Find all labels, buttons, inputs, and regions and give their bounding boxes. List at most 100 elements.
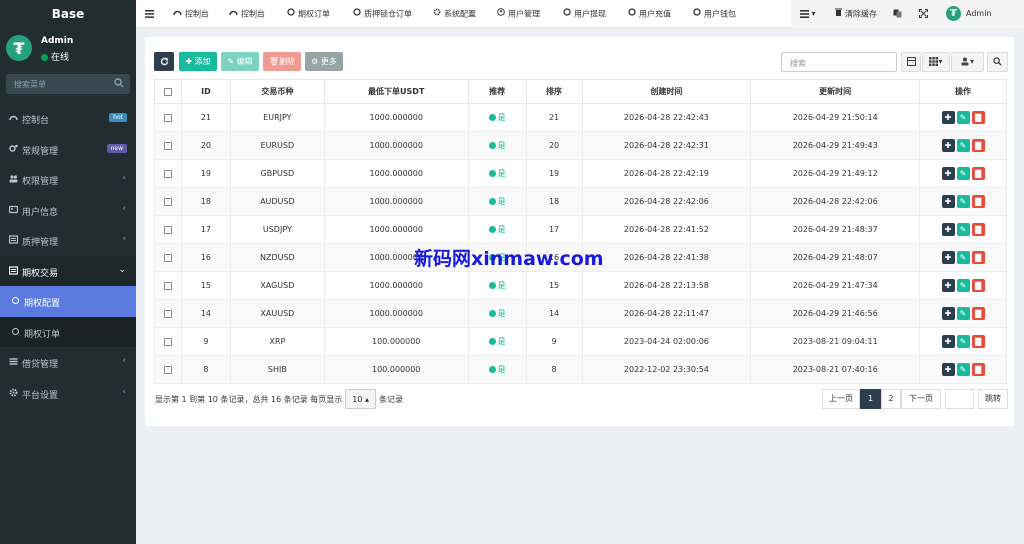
tab-option-orders[interactable]: 期权订单 xyxy=(287,0,330,28)
row-delete-button[interactable]: ▇ xyxy=(971,111,985,124)
drag-sort-button[interactable]: ✚ xyxy=(941,335,955,348)
brand-title[interactable]: Base xyxy=(0,0,136,28)
prev-page-button[interactable]: 上一页 xyxy=(822,389,860,409)
drag-sort-button[interactable]: ✚ xyxy=(941,223,955,236)
edit-button[interactable]: ✎ 编辑 xyxy=(221,52,259,71)
sidebar-item-general[interactable]: 常规管理 new xyxy=(0,134,136,165)
recommend-badge[interactable]: 是 xyxy=(488,197,506,206)
layout-dropdown[interactable]: ▾ xyxy=(800,0,816,28)
recommend-badge[interactable]: 是 xyxy=(488,169,506,178)
row-delete-button[interactable]: ▇ xyxy=(971,139,985,152)
column-header[interactable]: 创建时间 xyxy=(581,79,752,104)
row-checkbox[interactable] xyxy=(163,169,172,178)
admin-menu[interactable]: ₮ Admin xyxy=(946,0,992,28)
fullscreen-icon[interactable] xyxy=(918,0,929,28)
row-checkbox[interactable] xyxy=(163,337,172,346)
row-checkbox[interactable] xyxy=(163,225,172,234)
jump-button[interactable]: 跳转 xyxy=(978,389,1008,409)
row-delete-button[interactable]: ▇ xyxy=(971,251,985,264)
row-delete-button[interactable]: ▇ xyxy=(971,363,985,376)
tab-system-config[interactable]: 系统配置 xyxy=(433,0,476,28)
table-row[interactable]: 17 USDJPY 1000.000000 是 17 2026-04-28 22:41:5… xyxy=(154,215,1007,244)
row-delete-button[interactable]: ▇ xyxy=(971,167,985,180)
sidebar-item-pledge[interactable]: 质押管理 ‹ xyxy=(0,225,136,256)
tab-user-recharge[interactable]: 用户充值 xyxy=(628,0,671,28)
sidebar-item-loan[interactable]: 借贷管理 ‹ xyxy=(0,347,136,378)
table-row[interactable]: 8 SHIB 100.000000 是 8 2022-12-02 23:30:54 2023… xyxy=(154,355,1007,384)
page-1-button[interactable]: 1 xyxy=(860,389,881,409)
column-header[interactable]: 最低下单USDT xyxy=(323,79,469,104)
drag-sort-button[interactable]: ✚ xyxy=(941,167,955,180)
sidebar-item-platform-settings[interactable]: 平台设置 ‹ xyxy=(0,378,136,409)
row-checkbox[interactable] xyxy=(163,113,172,122)
select-all-checkbox[interactable] xyxy=(163,87,172,96)
column-header[interactable]: 排序 xyxy=(525,79,583,104)
drag-sort-button[interactable]: ✚ xyxy=(941,363,955,376)
row-delete-button[interactable]: ▇ xyxy=(971,307,985,320)
tab-user-withdraw[interactable]: 用户提现 xyxy=(563,0,606,28)
row-edit-button[interactable]: ✎ xyxy=(956,167,970,180)
table-row[interactable]: 21 EURJPY 1000.000000 是 21 2026-04-28 22:42:4… xyxy=(154,103,1007,132)
search-icon[interactable] xyxy=(114,78,124,91)
recommend-badge[interactable]: 是 xyxy=(488,281,506,290)
row-edit-button[interactable]: ✎ xyxy=(956,139,970,152)
drag-sort-button[interactable]: ✚ xyxy=(941,251,955,264)
tab-user-management[interactable]: 用户管理 xyxy=(497,0,540,28)
table-row[interactable]: 18 AUDUSD 1000.000000 是 18 2026-04-28 22:42:0… xyxy=(154,187,1007,216)
column-header[interactable]: ID xyxy=(180,79,231,104)
sidebar-item-dashboard[interactable]: 控制台 hot xyxy=(0,103,136,134)
row-checkbox[interactable] xyxy=(163,365,172,374)
table-row[interactable]: 20 EURUSD 1000.000000 是 20 2026-04-28 22:42:3… xyxy=(154,131,1007,160)
advanced-search-button[interactable] xyxy=(987,52,1008,72)
recommend-badge[interactable]: 是 xyxy=(488,141,506,150)
table-row[interactable]: 9 XRP 100.000000 是 9 2023-04-24 02:00:06 2023-… xyxy=(154,327,1007,356)
table-search-input[interactable]: 搜索 xyxy=(781,52,897,72)
recommend-badge[interactable]: 是 xyxy=(488,225,506,234)
sidebar-item-options-config[interactable]: 期权配置 xyxy=(0,286,136,317)
drag-sort-button[interactable]: ✚ xyxy=(941,139,955,152)
recommend-badge[interactable]: 是 xyxy=(488,337,506,346)
tab-pledge-orders[interactable]: 质押锁仓订单 xyxy=(353,0,412,28)
sidebar-item-permission[interactable]: 权限管理 ‹ xyxy=(0,164,136,195)
tab-dashboard-1[interactable]: 控制台 xyxy=(173,0,209,28)
row-edit-button[interactable]: ✎ xyxy=(956,195,970,208)
jump-page-input[interactable] xyxy=(945,389,974,409)
drag-sort-button[interactable]: ✚ xyxy=(941,307,955,320)
page-size-select[interactable]: 10 ▴ xyxy=(345,389,376,409)
row-edit-button[interactable]: ✎ xyxy=(956,111,970,124)
row-delete-button[interactable]: ▇ xyxy=(971,335,985,348)
clear-cache-button[interactable]: 清除缓存 xyxy=(835,0,877,28)
table-row[interactable]: 14 XAUUSD 1000.000000 是 14 2026-04-28 22:11:4… xyxy=(154,299,1007,328)
row-checkbox[interactable] xyxy=(163,281,172,290)
column-header[interactable]: 交易币种 xyxy=(229,79,325,104)
row-edit-button[interactable]: ✎ xyxy=(956,335,970,348)
refresh-button[interactable] xyxy=(154,52,174,71)
tab-dashboard-2[interactable]: 控制台 xyxy=(229,0,265,28)
recommend-badge[interactable]: 是 xyxy=(488,309,506,318)
recommend-badge[interactable]: 是 xyxy=(488,113,506,122)
drag-sort-button[interactable]: ✚ xyxy=(941,279,955,292)
tab-user-wallet[interactable]: 用户钱包 xyxy=(693,0,736,28)
row-edit-button[interactable]: ✎ xyxy=(956,307,970,320)
next-page-button[interactable]: 下一页 xyxy=(901,389,941,409)
row-edit-button[interactable]: ✎ xyxy=(956,223,970,236)
row-checkbox[interactable] xyxy=(163,253,172,262)
column-header[interactable]: 更新时间 xyxy=(750,79,921,104)
more-button[interactable]: ⚙ 更多 xyxy=(305,52,343,71)
row-edit-button[interactable]: ✎ xyxy=(956,251,970,264)
column-header[interactable]: 推荐 xyxy=(467,79,527,104)
row-delete-button[interactable]: ▇ xyxy=(971,223,985,236)
sidebar-item-options[interactable]: 期权交易 ⌄ xyxy=(0,255,136,286)
row-delete-button[interactable]: ▇ xyxy=(971,279,985,292)
table-row[interactable]: 15 XAGUSD 1000.000000 是 15 2026-04-28 22:13:5… xyxy=(154,271,1007,300)
columns-dropdown[interactable]: ▾ xyxy=(922,52,950,72)
menu-toggle-icon[interactable] xyxy=(145,0,154,28)
add-button[interactable]: ✚ 添加 xyxy=(179,52,217,71)
row-checkbox[interactable] xyxy=(163,141,172,150)
drag-sort-button[interactable]: ✚ xyxy=(941,111,955,124)
toggle-view-button[interactable] xyxy=(901,52,921,72)
recommend-badge[interactable]: 是 xyxy=(488,365,506,374)
row-edit-button[interactable]: ✎ xyxy=(956,279,970,292)
row-delete-button[interactable]: ▇ xyxy=(971,195,985,208)
export-dropdown[interactable]: ▾ xyxy=(951,52,984,72)
